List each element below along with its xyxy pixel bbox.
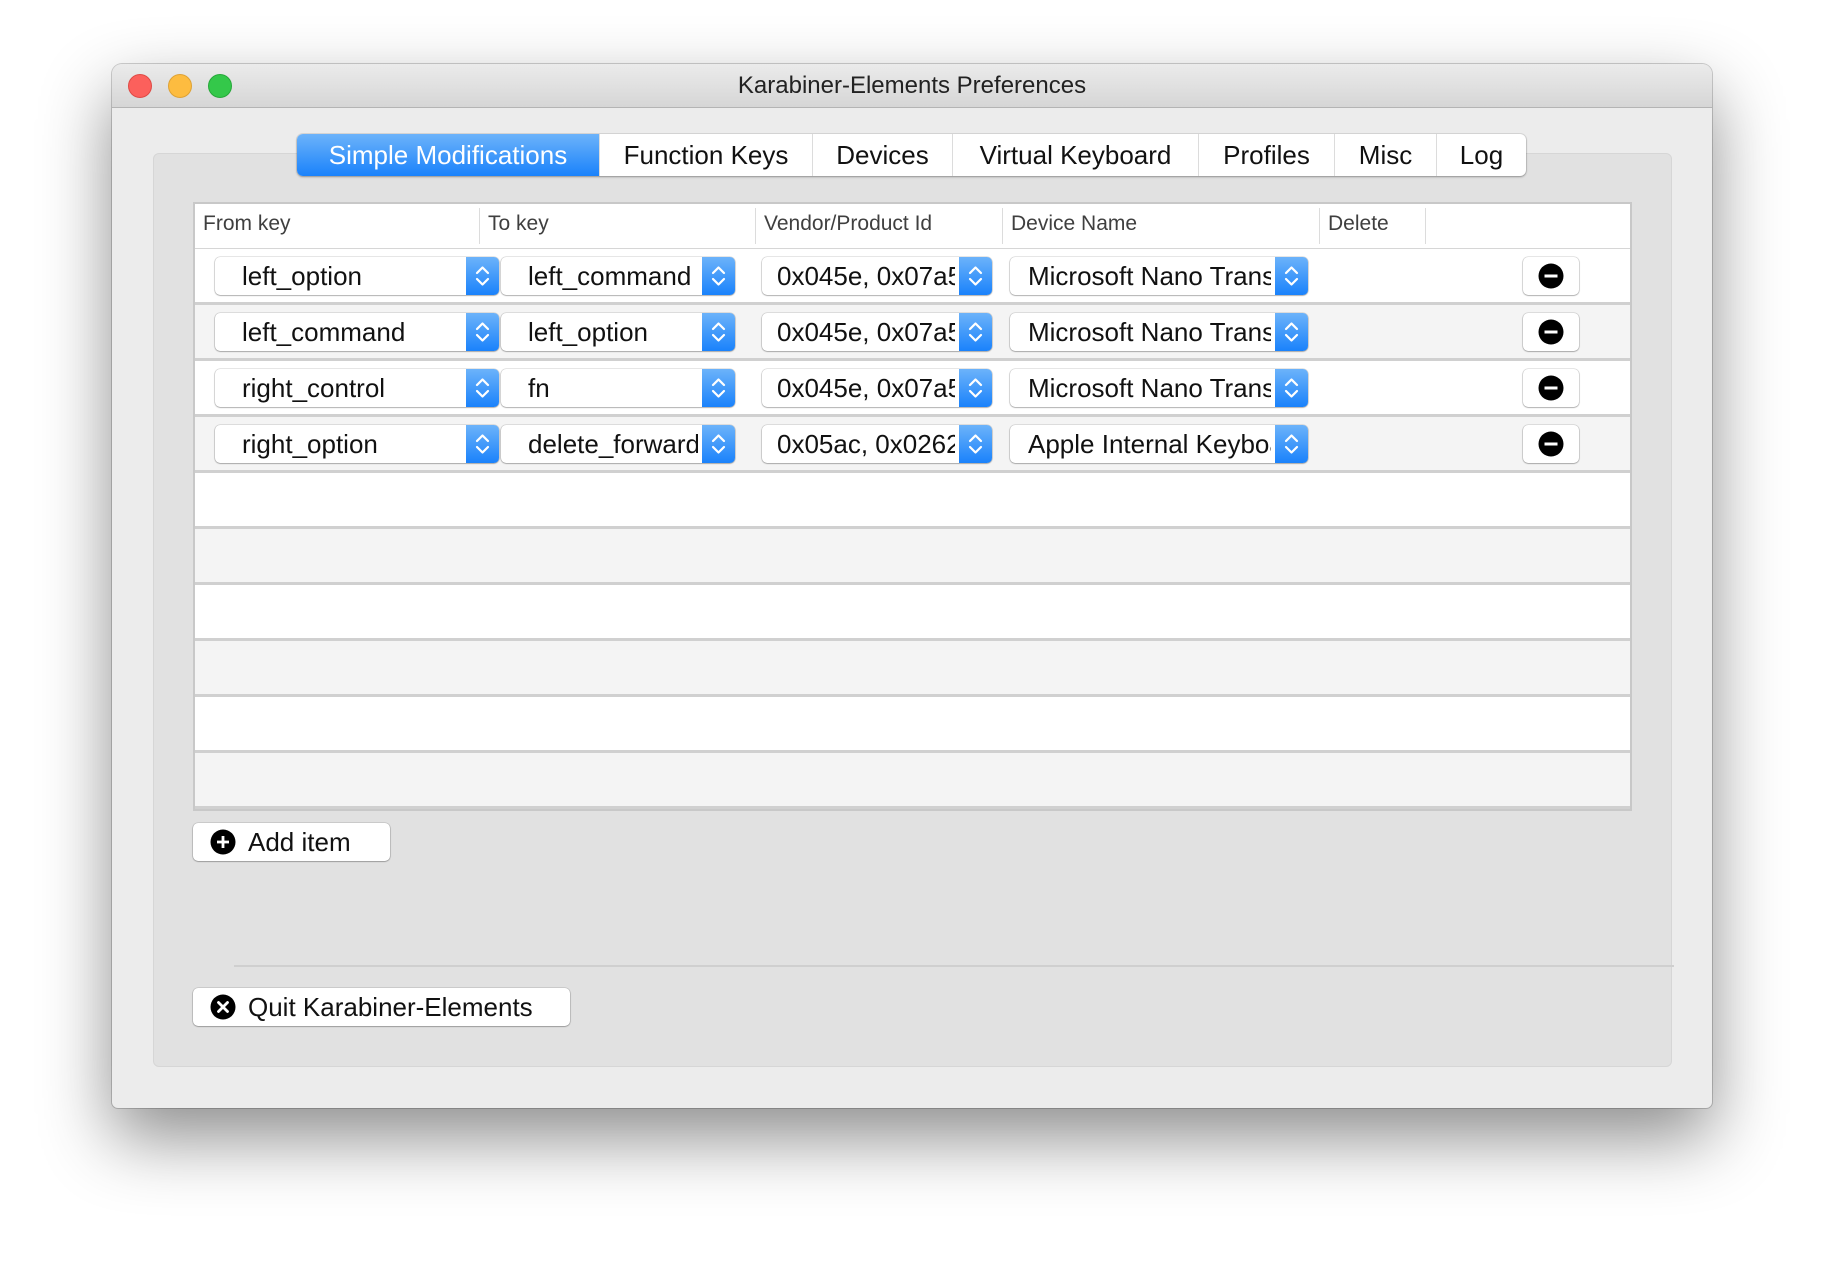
column-divider[interactable]: [1425, 208, 1426, 244]
chevron-up-down-icon[interactable]: [702, 369, 735, 407]
to-key-value: left_option: [528, 317, 648, 347]
tab-function-keys[interactable]: Function Keys: [599, 134, 812, 176]
device-name-popup[interactable]: Microsoft Nano Transc...: [1010, 257, 1308, 295]
minus-circle-icon: [1538, 375, 1564, 406]
empty-table-row[interactable]: [195, 697, 1630, 753]
delete-row-button[interactable]: [1523, 425, 1579, 463]
chevron-up-down-icon[interactable]: [702, 313, 735, 351]
window-title: Karabiner-Elements Preferences: [737, 72, 1087, 99]
to-key-popup[interactable]: fn: [501, 369, 735, 407]
to-key-popup[interactable]: left_command: [501, 257, 735, 295]
device-name-value: Microsoft Nano Transc...: [1028, 373, 1271, 403]
chevron-up-down-icon[interactable]: [702, 425, 735, 463]
empty-table-row[interactable]: [195, 809, 1630, 811]
to-key-popup[interactable]: left_option: [501, 313, 735, 351]
chevron-up-down-icon[interactable]: [959, 425, 992, 463]
tab-simple-modifications[interactable]: Simple Modifications: [297, 134, 599, 176]
chevron-up-down-icon[interactable]: [959, 369, 992, 407]
quit-label: Quit Karabiner-Elements: [248, 992, 533, 1022]
tab-virtual-keyboard[interactable]: Virtual Keyboard: [952, 134, 1198, 176]
from-key-value: left_command: [242, 317, 406, 347]
empty-table-row[interactable]: [195, 473, 1630, 529]
chevron-up-down-icon[interactable]: [466, 369, 499, 407]
table-row[interactable]: right_option delete_forward 0x05ac, 0x0262…: [195, 417, 1630, 473]
chevron-up-down-icon[interactable]: [1275, 257, 1308, 295]
from-key-popup[interactable]: left_command: [215, 313, 499, 351]
preferences-window: Karabiner-Elements Preferences Simple Mo…: [112, 64, 1712, 1108]
chevron-up-down-icon[interactable]: [959, 257, 992, 295]
table-row[interactable]: right_control fn 0x045e, 0x07a5 Microsoft N…: [195, 361, 1630, 417]
empty-table-row[interactable]: [195, 641, 1630, 697]
tab-devices[interactable]: Devices: [812, 134, 952, 176]
table-header: From key To key Vendor/Product Id Device…: [195, 204, 1630, 249]
device-name-value: Microsoft Nano Transc...: [1028, 261, 1271, 291]
vendor-product-id-popup[interactable]: 0x05ac, 0x0262: [762, 425, 992, 463]
quit-button[interactable]: Quit Karabiner-Elements: [193, 988, 570, 1026]
tab-profiles[interactable]: Profiles: [1198, 134, 1334, 176]
device-name-popup[interactable]: Microsoft Nano Transc...: [1010, 369, 1308, 407]
chevron-up-down-icon[interactable]: [466, 425, 499, 463]
vendor-product-id-popup[interactable]: 0x045e, 0x07a5: [762, 257, 992, 295]
vendor-product-id-value: 0x045e, 0x07a5: [777, 373, 955, 403]
to-key-value: fn: [528, 373, 550, 403]
minus-circle-icon: [1538, 431, 1564, 462]
tab-bar: Simple Modifications Function Keys Devic…: [297, 134, 1526, 176]
from-key-popup[interactable]: right_control: [215, 369, 499, 407]
empty-table-row[interactable]: [195, 585, 1630, 641]
minus-circle-icon: [1538, 319, 1564, 350]
column-header-from-key[interactable]: From key: [195, 204, 479, 248]
vendor-product-id-value: 0x045e, 0x07a5: [777, 261, 955, 291]
device-name-popup[interactable]: Apple Internal Keyboar...: [1010, 425, 1308, 463]
tab-log[interactable]: Log: [1436, 134, 1526, 176]
device-name-value: Microsoft Nano Transc...: [1028, 317, 1271, 347]
add-item-label: Add item: [248, 827, 351, 857]
vendor-product-id-value: 0x045e, 0x07a5: [777, 317, 955, 347]
column-header-device-name[interactable]: Device Name: [1003, 204, 1319, 248]
chevron-up-down-icon[interactable]: [702, 257, 735, 295]
device-name-popup[interactable]: Microsoft Nano Transc...: [1010, 313, 1308, 351]
tab-misc[interactable]: Misc: [1334, 134, 1436, 176]
column-header-vendor-product-id[interactable]: Vendor/Product Id: [756, 204, 1002, 248]
to-key-popup[interactable]: delete_forward: [501, 425, 735, 463]
plus-circle-icon: [210, 829, 236, 855]
chevron-up-down-icon[interactable]: [1275, 425, 1308, 463]
delete-row-button[interactable]: [1523, 369, 1579, 407]
chevron-up-down-icon[interactable]: [1275, 369, 1308, 407]
from-key-value: left_option: [242, 261, 362, 291]
delete-row-button[interactable]: [1523, 313, 1579, 351]
table-row[interactable]: left_option left_command 0x045e, 0x07a5 Mic…: [195, 249, 1630, 305]
x-circle-icon: [210, 994, 236, 1020]
separator: [234, 965, 1674, 967]
add-item-button[interactable]: Add item: [193, 823, 390, 861]
to-key-value: left_command: [528, 261, 692, 291]
chevron-up-down-icon[interactable]: [959, 313, 992, 351]
title-bar[interactable]: Karabiner-Elements Preferences: [112, 64, 1712, 108]
chevron-up-down-icon[interactable]: [1275, 313, 1308, 351]
vendor-product-id-value: 0x05ac, 0x0262: [777, 429, 955, 459]
device-name-value: Apple Internal Keyboar...: [1028, 429, 1271, 459]
from-key-value: right_control: [242, 373, 386, 403]
vendor-product-id-popup[interactable]: 0x045e, 0x07a5: [762, 369, 992, 407]
chevron-up-down-icon[interactable]: [466, 257, 499, 295]
from-key-value: right_option: [242, 429, 378, 459]
empty-table-row[interactable]: [195, 529, 1630, 585]
minus-circle-icon: [1538, 263, 1564, 294]
to-key-value: delete_forward: [528, 429, 698, 459]
from-key-popup[interactable]: right_option: [215, 425, 499, 463]
from-key-popup[interactable]: left_option: [215, 257, 499, 295]
table-row[interactable]: left_command left_option 0x045e, 0x07a5 Mic…: [195, 305, 1630, 361]
column-header-to-key[interactable]: To key: [480, 204, 755, 248]
empty-table-row[interactable]: [195, 753, 1630, 809]
column-header-delete[interactable]: Delete: [1320, 204, 1426, 248]
delete-row-button[interactable]: [1523, 257, 1579, 295]
vendor-product-id-popup[interactable]: 0x045e, 0x07a5: [762, 313, 992, 351]
simple-modifications-table: From key To key Vendor/Product Id Device…: [193, 202, 1632, 811]
chevron-up-down-icon[interactable]: [466, 313, 499, 351]
